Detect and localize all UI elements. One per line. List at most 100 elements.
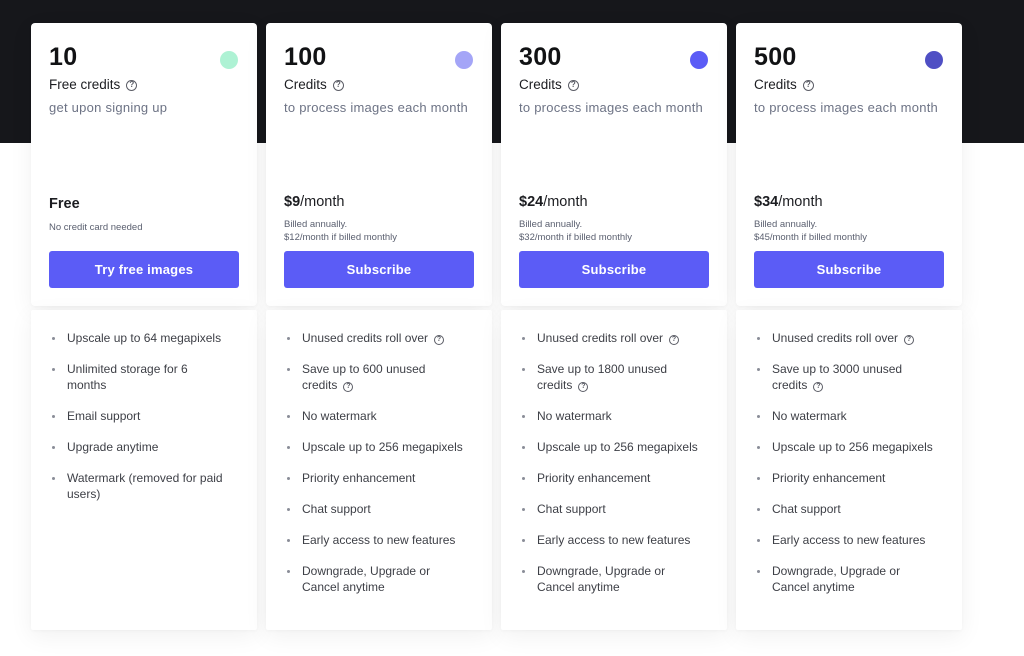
feature-item: Chat support — [519, 501, 699, 517]
feature-text: Downgrade, Upgrade or Cancel anytime — [537, 564, 666, 594]
feature-text: Upgrade anytime — [67, 440, 159, 454]
feature-item: Save up to 1800 unused credits? — [519, 361, 699, 393]
feature-item: Priority enhancement — [754, 470, 934, 486]
help-icon[interactable]: ? — [332, 79, 344, 91]
price-amount: $34 — [754, 194, 779, 210]
plan-color-dot — [690, 51, 708, 69]
credits-amount: 300 — [519, 43, 562, 71]
feature-item: Unlimited storage for 6 months — [49, 361, 229, 393]
price: $9/month — [284, 193, 474, 211]
credits-amount: 100 — [284, 43, 327, 71]
feature-text: Chat support — [302, 502, 371, 516]
feature-item: Chat support — [284, 501, 464, 517]
feature-item: Downgrade, Upgrade or Cancel anytime — [754, 563, 934, 595]
feature-text: Save up to 3000 unused credits — [772, 362, 903, 392]
help-icon[interactable]: ? — [904, 334, 915, 345]
feature-item: Email support — [49, 408, 229, 424]
price-note-line-1: Billed annually. — [754, 219, 818, 230]
feature-text: Watermark (removed for paid users) — [67, 471, 223, 501]
feature-text: Early access to new features — [772, 533, 926, 547]
feature-text: No watermark — [302, 409, 377, 423]
feature-text: No watermark — [537, 409, 612, 423]
credits-description: to process images each month — [284, 100, 469, 115]
feature-item: Downgrade, Upgrade or Cancel anytime — [284, 563, 464, 595]
credits-label-text: Credits — [754, 77, 797, 92]
feature-text: Unused credits roll over — [302, 331, 429, 345]
price: $24/month — [519, 193, 709, 211]
cta-button[interactable]: Subscribe — [519, 251, 709, 288]
cta-button[interactable]: Subscribe — [284, 251, 474, 288]
price-amount: $9 — [284, 194, 301, 210]
price-period: /month — [778, 194, 823, 210]
feature-item: Upscale up to 64 megapixels — [49, 330, 229, 346]
feature-text: Upscale up to 256 megapixels — [537, 440, 698, 454]
credits-amount: 10 — [49, 43, 78, 71]
pricing-plan-500: 500 Credits ? to process images each mon… — [736, 23, 962, 630]
price-note-line-1: Billed annually. — [284, 219, 348, 230]
credits-label: Credits ? — [754, 76, 944, 94]
credits-label: Credits ? — [284, 76, 474, 94]
price-note-line-1: No credit card needed — [49, 222, 143, 233]
feature-text: Unused credits roll over — [537, 331, 664, 345]
feature-item: Priority enhancement — [519, 470, 699, 486]
help-icon[interactable]: ? — [434, 334, 445, 345]
feature-text: Save up to 1800 unused credits — [537, 362, 668, 392]
help-icon[interactable]: ? — [578, 381, 589, 392]
feature-item: No watermark — [284, 408, 464, 424]
feature-text: Early access to new features — [537, 533, 691, 547]
cta-button[interactable]: Subscribe — [754, 251, 944, 288]
feature-item: No watermark — [519, 408, 699, 424]
help-icon[interactable]: ? — [669, 334, 680, 345]
feature-list: Unused credits roll over? Save up to 3000… — [754, 330, 934, 595]
credits-label-text: Free credits — [49, 77, 121, 92]
credits-description: get upon signing up — [49, 100, 168, 115]
credits-label-text: Credits — [284, 77, 327, 92]
price: Free — [49, 195, 239, 213]
feature-text: Unused credits roll over — [772, 331, 899, 345]
plan-summary-card: 500 Credits ? to process images each mon… — [736, 23, 962, 306]
credits-label: Credits ? — [519, 76, 709, 94]
price-note: No credit card needed — [49, 222, 239, 235]
feature-item: Downgrade, Upgrade or Cancel anytime — [519, 563, 699, 595]
price-block: $34/month Billed annually. $45/month if … — [754, 193, 944, 244]
feature-list: Unused credits roll over? Save up to 1800… — [519, 330, 699, 595]
feature-text: Early access to new features — [302, 533, 456, 547]
feature-item: Watermark (removed for paid users) — [49, 470, 229, 502]
credits-label-text: Credits — [519, 77, 562, 92]
feature-text: Downgrade, Upgrade or Cancel anytime — [772, 564, 901, 594]
help-icon[interactable]: ? — [343, 381, 354, 392]
plan-features-card: Unused credits roll over? Save up to 3000… — [736, 310, 962, 630]
feature-list: Unused credits roll over? Save up to 600 … — [284, 330, 464, 595]
help-icon[interactable]: ? — [813, 381, 824, 392]
credits-description: to process images each month — [754, 100, 939, 115]
feature-text: Downgrade, Upgrade or Cancel anytime — [302, 564, 431, 594]
pricing-plan-100: 100 Credits ? to process images each mon… — [266, 23, 492, 630]
feature-text: Unlimited storage for 6 months — [67, 362, 188, 392]
price-amount: Free — [49, 196, 80, 212]
plan-features-card: Unused credits roll over? Save up to 1800… — [501, 310, 727, 630]
price-block: $9/month Billed annually. $12/month if b… — [284, 193, 474, 244]
feature-text: Save up to 600 unused credits — [302, 362, 426, 392]
cta-button[interactable]: Try free images — [49, 251, 239, 288]
feature-text: Upscale up to 256 megapixels — [772, 440, 933, 454]
price-amount: $24 — [519, 194, 544, 210]
price-note-line-2: $12/month if billed monthly — [284, 231, 398, 243]
feature-text: Priority enhancement — [302, 471, 416, 485]
help-icon[interactable]: ? — [126, 79, 138, 91]
feature-item: Early access to new features — [284, 532, 464, 548]
feature-item: No watermark — [754, 408, 934, 424]
plan-color-dot — [925, 51, 943, 69]
feature-text: Email support — [67, 409, 141, 423]
credits-amount: 500 — [754, 43, 797, 71]
help-icon[interactable]: ? — [567, 79, 579, 91]
plan-summary-card: 10 Free credits ? get upon signing up Fr… — [31, 23, 257, 306]
pricing-plans: 10 Free credits ? get upon signing up Fr… — [31, 23, 962, 630]
feature-item: Save up to 3000 unused credits? — [754, 361, 934, 393]
feature-item: Upscale up to 256 megapixels — [519, 439, 699, 455]
feature-item: Save up to 600 unused credits? — [284, 361, 464, 393]
plan-features-card: Upscale up to 64 megapixels Unlimited sto… — [31, 310, 257, 630]
plan-features-card: Unused credits roll over? Save up to 600 … — [266, 310, 492, 630]
help-icon[interactable]: ? — [802, 79, 814, 91]
feature-item: Chat support — [754, 501, 934, 517]
feature-text: Priority enhancement — [772, 471, 886, 485]
